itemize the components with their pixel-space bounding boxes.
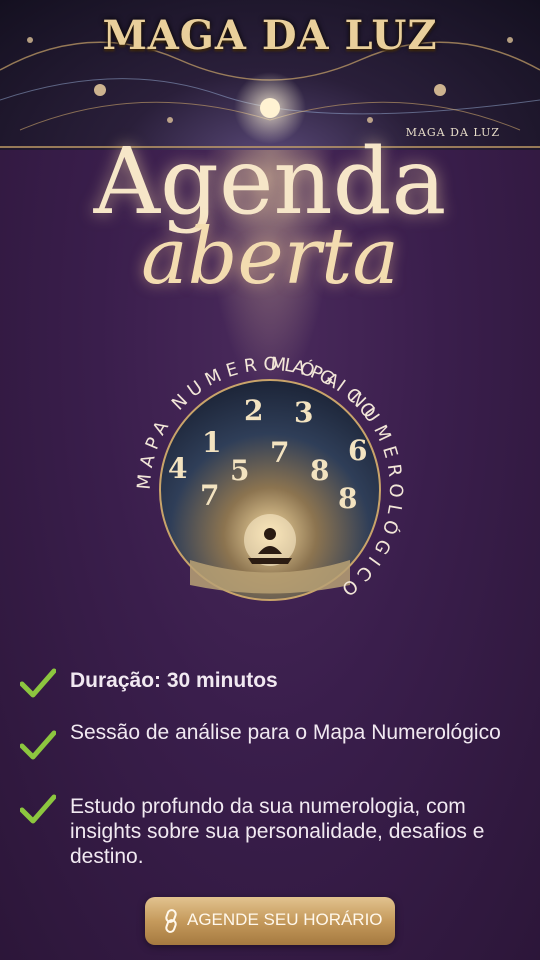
link-icon [165,909,177,933]
emblem-number: 7 [270,436,289,469]
feature-text: Estudo profundo da sua numerologia, com … [70,795,485,868]
emblem-number: 8 [338,482,357,515]
brand-title: MAGA DA LUZ [102,12,438,59]
emblem-number: 8 [310,454,329,487]
check-icon [20,668,56,698]
feature-text: Sessão de análise para o Mapa Numerológi… [70,721,501,744]
schedule-button[interactable]: AGENDE SEU HORÁRIO [145,897,395,945]
check-icon [20,730,56,760]
emblem-number: 2 [244,394,263,427]
numerology-emblem: 2 3 1 7 4 5 6 8 7 8 MAPA NUMEROLÓGICO MA… [120,340,420,640]
emblem-number: 5 [230,454,249,487]
subheadline: aberta [141,212,399,302]
emblem-number: 4 [168,452,187,485]
emblem-number: 3 [294,396,313,429]
check-icon [20,794,56,824]
schedule-button-label: AGENDE SEU HORÁRIO [187,910,383,929]
emblem-number: 1 [202,426,221,459]
emblem-number: 7 [200,479,219,512]
emblem-number: 6 [348,434,367,467]
feature-text: Duração: 30 minutos [70,669,278,692]
